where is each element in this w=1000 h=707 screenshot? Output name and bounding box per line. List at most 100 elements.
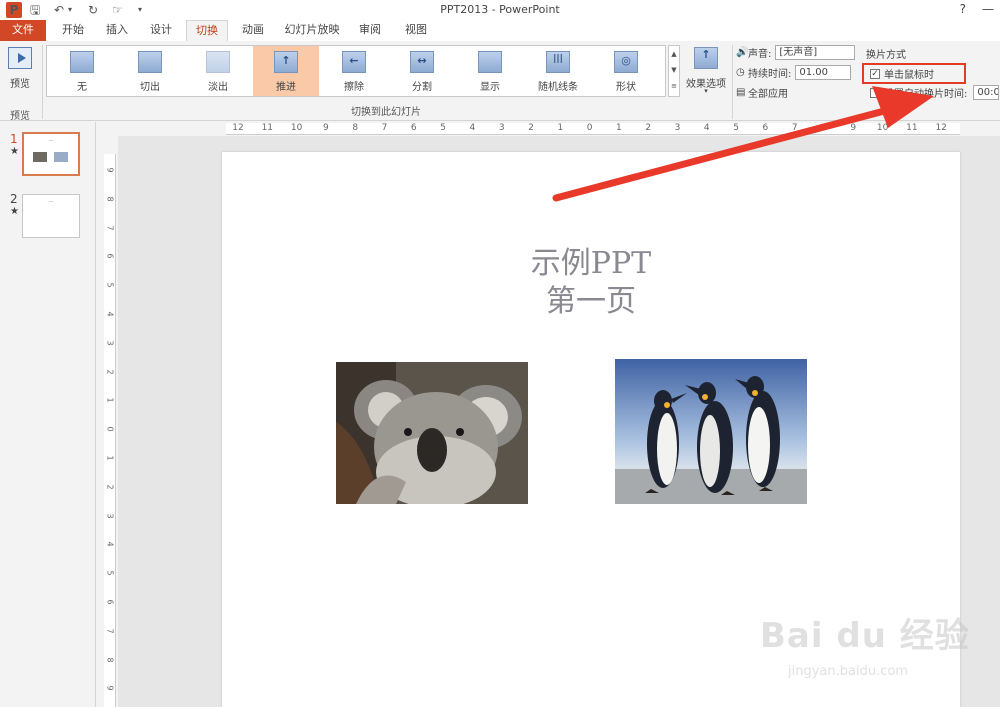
thumbnail-koala-image [33,152,47,162]
tab-animations[interactable]: 动画 [234,20,272,41]
transition-push[interactable]: ↑ 推进 [253,46,319,96]
ruler-tick: 3 [674,123,681,133]
tab-view[interactable]: 视图 [396,20,436,41]
ruler-tick: 7 [381,123,388,133]
transition-random-bars-icon: ||| [546,51,570,73]
ruler-tick: 6 [105,253,115,259]
ruler-tick: 4 [703,123,710,133]
preview-icon[interactable] [8,47,32,69]
ruler-tick: 11 [906,123,918,133]
tab-transitions[interactable]: 切换 [186,20,228,41]
advance-slide-heading: 换片方式 [866,50,906,61]
ruler-tick: 11 [261,123,274,133]
vertical-ruler: 9 8 7 6 5 4 3 2 1 0 1 2 3 4 5 6 7 8 9 [104,154,116,707]
slide-thumbnail-panel: 1 ★ — 2 ★ — [0,122,96,707]
penguin-illustration [615,359,807,504]
transition-none[interactable]: 无 [49,46,115,96]
ruler-tick: 12 [935,123,947,133]
ruler-tick: 10 [290,123,303,133]
ruler-tick: 8 [105,657,115,663]
ruler-tick: 1 [616,123,622,133]
ruler-tick: 5 [733,123,739,133]
ruler-tick: 5 [105,570,115,576]
clock-icon: ◷ [736,67,745,78]
transition-reveal[interactable]: 显示 [457,46,523,96]
gallery-more-icon[interactable]: ≡ [669,78,679,94]
gallery-scroll-up-icon[interactable]: ▲ [669,46,679,62]
ruler-tick: 8 [821,123,827,133]
auto-advance-time-input[interactable]: 00:0 [973,85,1000,100]
ruler-tick: 12 [232,123,244,133]
thumbnail-penguin-image [54,152,68,162]
ruler-tick: 1 [557,123,564,133]
transition-fade[interactable]: 淡出 [185,46,251,96]
transition-label: 切出 [140,82,160,93]
transition-none-icon [70,51,94,73]
horizontal-ruler: 12 11 10 9 8 7 6 5 4 3 2 1 0 1 2 3 4 5 6 7 8 9 10 11 12 [226,123,960,135]
tab-file[interactable]: 文件 [0,20,46,41]
ruler-tick: 3 [498,123,505,133]
ruler-tick: 2 [105,369,115,375]
ruler-tick: 6 [762,123,769,133]
tab-slideshow[interactable]: 幻灯片放映 [280,20,344,41]
sound-label: 声音: [748,49,772,60]
slide-thumbnail-2[interactable]: — [22,194,80,238]
ruler-tick: 4 [469,123,476,133]
duration-input[interactable]: 01.00 [795,65,852,80]
duration-row: ◷ 持续时间: 01.00 [736,65,852,80]
ruler-tick: 2 [528,123,534,133]
koala-image[interactable] [336,362,528,504]
group-divider [732,45,733,119]
penguin-image[interactable] [615,359,807,504]
ribbon-tabs: 文件 开始 插入 设计 切换 动画 幻灯片放映 审阅 视图 [0,20,1000,41]
tab-insert[interactable]: 插入 [98,20,136,41]
tab-design[interactable]: 设计 [142,20,180,41]
ruler-tick: 0 [586,123,593,133]
minimize-icon[interactable]: — [982,2,994,16]
ruler-tick: 2 [105,484,115,490]
group-divider [42,45,43,119]
transition-label: 分割 [412,82,432,93]
effect-options-button[interactable]: ↑ 效果选项 ▾ [684,47,728,99]
gallery-scroll-down-icon[interactable]: ▼ [669,62,679,78]
help-icon[interactable]: ? [960,2,966,16]
auto-advance-option[interactable]: 设置自动换片时间: 00:0 [870,85,1000,100]
transition-random-bars[interactable]: ||| 随机线条 [525,46,591,96]
transition-wipe[interactable]: ← 擦除 [321,46,387,96]
title-bar: P 🖫 ↶ ▾ ↻ ☞ ▾ PPT2013 - PowerPoint ? — ✕ [0,0,1000,20]
preview-button[interactable]: 预览 [2,75,38,90]
slide-subtitle[interactable]: 第一页 [222,282,960,322]
ruler-tick: 9 [323,123,329,133]
ruler-tick: 10 [876,123,889,133]
watermark-logo-text: Bai du 经验 [760,616,970,656]
transition-shape-icon: ◎ [614,51,638,73]
auto-advance-checkbox[interactable] [870,87,880,98]
ruler-tick: 4 [105,311,115,317]
transition-reveal-icon [478,51,502,73]
transition-label: 形状 [616,82,636,93]
ruler-tick: 4 [105,541,115,547]
ruler-tick: 8 [352,123,359,133]
apply-all-button[interactable]: ▤ 全部应用 [736,85,788,100]
ruler-tick: 1 [105,455,115,461]
preview-group: 预览 预览 [2,45,38,122]
transition-cut-icon [138,51,162,73]
ruler-tick: 7 [105,225,115,231]
auto-advance-label: 设置自动换片时间: [884,89,968,100]
sound-dropdown[interactable]: [无声音] [775,45,856,60]
slide-title[interactable]: 示例PPT [222,242,960,286]
ruler-tick: 7 [105,628,115,634]
ruler-tick: 6 [105,599,115,605]
tab-review[interactable]: 审阅 [350,20,390,41]
apply-all-icon: ▤ [736,87,746,98]
ruler-tick: 8 [105,196,115,202]
ruler-tick: 0 [105,426,115,432]
tab-home[interactable]: 开始 [54,20,92,41]
slide-thumbnail-1[interactable]: — [22,132,80,176]
transition-split[interactable]: ↔ 分割 [389,46,455,96]
transition-gallery: 无 切出 淡出 ↑ 推进 ← 擦除 ↔ 分割 显示 ||| 随机线条 ◎ 形状 [46,45,666,97]
transition-shape[interactable]: ◎ 形状 [593,46,659,96]
slide-number: 1 [10,132,18,146]
transition-cut[interactable]: 切出 [117,46,183,96]
ruler-tick: 3 [105,340,115,346]
